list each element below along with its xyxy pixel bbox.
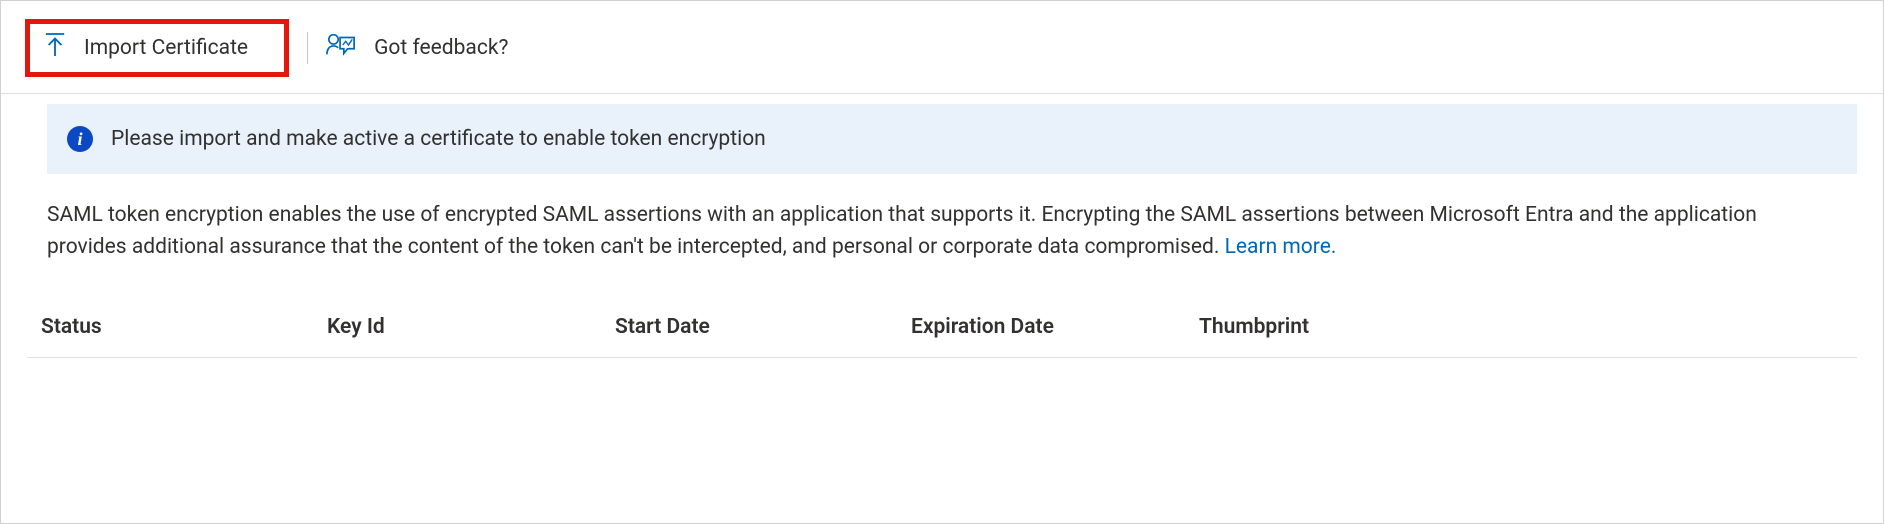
highlight-import-certificate: Import Certificate <box>25 19 289 77</box>
learn-more-link[interactable]: Learn more. <box>1225 235 1337 259</box>
info-banner: i Please import and make active a certif… <box>47 104 1857 174</box>
certificate-table-wrapper: Status Key Id Start Date Expiration Date… <box>27 303 1857 358</box>
col-key-id: Key Id <box>327 303 615 358</box>
col-expiration-date: Expiration Date <box>911 303 1199 358</box>
token-encryption-panel: Import Certificate Got feedback? i Pleas… <box>0 0 1884 524</box>
import-certificate-label: Import Certificate <box>84 36 248 60</box>
col-thumbprint: Thumbprint <box>1199 303 1857 358</box>
col-status: Status <box>27 303 327 358</box>
import-certificate-button[interactable]: Import Certificate <box>44 32 248 64</box>
toolbar: Import Certificate Got feedback? <box>1 1 1883 94</box>
content-area: i Please import and make active a certif… <box>1 104 1883 358</box>
upload-icon <box>44 32 66 64</box>
description-text: SAML token encryption enables the use of… <box>47 200 1837 263</box>
col-start-date: Start Date <box>615 303 911 358</box>
got-feedback-label: Got feedback? <box>374 36 508 60</box>
info-icon: i <box>67 126 93 152</box>
certificate-table: Status Key Id Start Date Expiration Date… <box>27 303 1857 358</box>
info-banner-message: Please import and make active a certific… <box>111 127 766 151</box>
toolbar-divider <box>307 32 308 64</box>
table-header-row: Status Key Id Start Date Expiration Date… <box>27 303 1857 358</box>
description-body: SAML token encryption enables the use of… <box>47 203 1757 259</box>
feedback-icon <box>326 31 356 65</box>
got-feedback-button[interactable]: Got feedback? <box>326 31 508 65</box>
